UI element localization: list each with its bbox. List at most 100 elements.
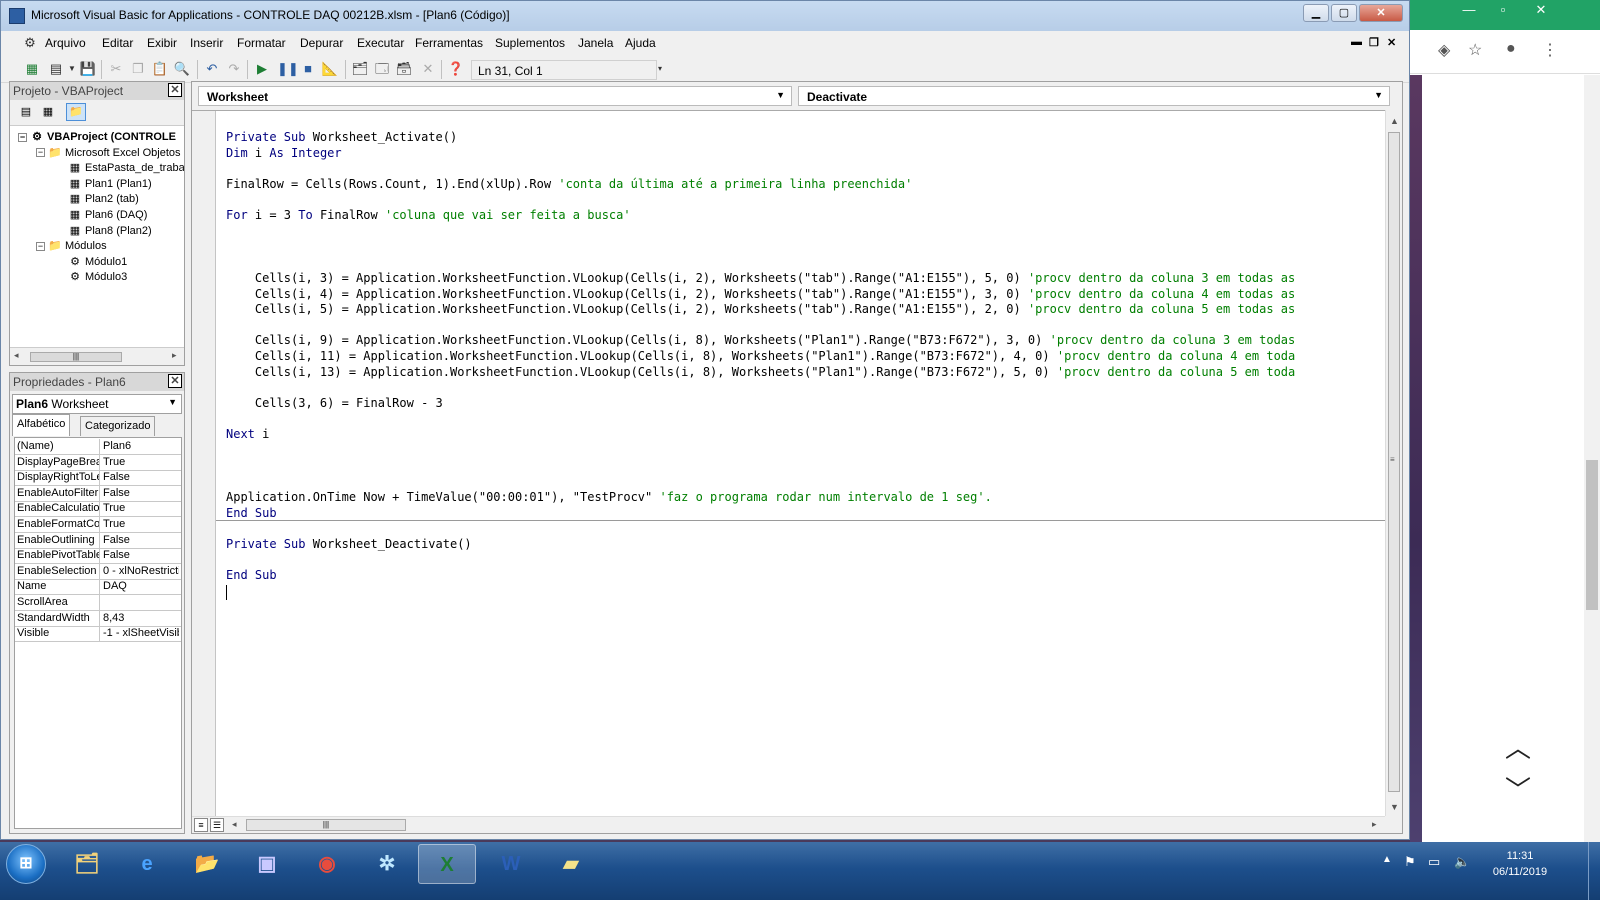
toolbar-options-icon[interactable]: ▾ (651, 60, 669, 78)
code-line[interactable]: End Sub (226, 505, 277, 521)
property-row[interactable]: DisplayPageBreak True (15, 454, 181, 471)
find-icon[interactable]: 🔍 (173, 60, 191, 78)
bookmark-star-icon[interactable]: ☆ (1468, 40, 1482, 60)
property-value[interactable]: True (101, 517, 179, 532)
redo-icon[interactable]: ↷ (225, 60, 243, 78)
property-row[interactable]: Name DAQ (15, 579, 181, 596)
taskbar-notes[interactable]: ▰ (542, 844, 600, 884)
volume-icon[interactable]: 🔈 (1454, 854, 1470, 870)
property-row[interactable]: ScrollArea (15, 595, 181, 611)
cut-icon[interactable]: ✂ (107, 60, 125, 78)
taskbar-excel[interactable]: X (418, 844, 476, 884)
tree-item[interactable]: ▦ Plan6 (DAQ) (54, 207, 148, 223)
tree-item[interactable]: ⚙ Módulo3 (54, 269, 127, 285)
menu-inserir[interactable]: Inserir (190, 36, 223, 50)
copy-icon[interactable]: ❐ (129, 60, 147, 78)
code-vertical-scrollbar[interactable]: ▲ ≡ ▼ (1385, 110, 1402, 816)
project-scroll-thumb[interactable]: ||| (30, 352, 122, 362)
property-value[interactable]: False (101, 470, 179, 485)
taskbar-folder[interactable]: 📂 (178, 844, 236, 884)
action-center-icon[interactable]: ⚑ (1404, 854, 1416, 870)
property-value[interactable] (101, 595, 179, 610)
browser-minimize-button[interactable]: — (1452, 0, 1486, 20)
menu-depurar[interactable]: Depurar (300, 36, 343, 50)
property-value[interactable]: False (101, 533, 179, 548)
property-row[interactable]: StandardWidth 8,43 (15, 610, 181, 627)
property-value[interactable]: True (101, 501, 179, 516)
tree-item[interactable]: ▦ Plan2 (tab) (54, 191, 139, 207)
view-excel-icon[interactable]: ▦ (23, 60, 41, 78)
tree-item[interactable]: ▦ EstaPasta_de_traba (54, 160, 184, 176)
mdi-minimize-button[interactable]: ▬ (1351, 36, 1362, 48)
paste-icon[interactable]: 📋 (151, 60, 169, 78)
collapse-icon[interactable]: − (18, 132, 27, 142)
taskbar-app[interactable]: ▣ (238, 844, 296, 884)
property-row[interactable]: EnableAutoFilter False (15, 485, 181, 502)
toolbox-icon[interactable]: ✕ (419, 60, 437, 78)
taskbar-ie[interactable]: e (118, 844, 176, 884)
code-line[interactable]: Dim i As Integer (226, 145, 342, 161)
properties-pane-close-button[interactable]: ✕ (168, 374, 182, 388)
property-row[interactable]: (Name) Plan6 (15, 439, 181, 455)
code-line[interactable]: FinalRow = Cells(Rows.Count, 1).End(xlUp… (226, 176, 912, 192)
tree-item[interactable]: − ⚙ VBAProject (CONTROLE (18, 129, 176, 145)
code-horizontal-scrollbar[interactable]: ≡ ☰ ◂ ||| ▸ (192, 816, 1385, 833)
scroll-down-icon[interactable]: ▼ (1390, 802, 1399, 812)
procedure-combo[interactable]: Deactivate ▼ (798, 86, 1390, 106)
minimize-button[interactable]: ▁ (1303, 4, 1329, 22)
break-icon[interactable]: ❚❚ (277, 60, 299, 78)
property-value[interactable]: False (101, 548, 179, 563)
taskbar-explorer[interactable]: 🗂 (58, 844, 116, 884)
code-line[interactable]: Next i (226, 426, 269, 442)
tree-item[interactable]: ▦ Plan1 (Plan1) (54, 176, 152, 192)
menu-arquivo[interactable]: Arquivo (45, 36, 86, 50)
code-line[interactable]: Application.OnTime Now + TimeValue("00:0… (226, 489, 992, 505)
scroll-up-icon[interactable]: ▲ (1390, 116, 1399, 126)
browser-scroll-thumb[interactable] (1586, 460, 1598, 610)
scroll-left-icon[interactable]: ◂ (232, 819, 237, 830)
property-row[interactable]: EnableSelection 0 - xlNoRestricti (15, 563, 181, 580)
browser-maximize-button[interactable]: ▫ (1486, 0, 1520, 20)
property-value[interactable]: False (101, 486, 179, 501)
mdi-restore-button[interactable]: ❐ (1369, 36, 1379, 49)
code-line[interactable]: Cells(i, 3) = Application.WorksheetFunct… (226, 270, 1295, 286)
taskbar-app2[interactable]: ✲ (358, 844, 416, 884)
property-row[interactable]: EnableCalculation True (15, 501, 181, 518)
show-desktop-button[interactable] (1588, 842, 1600, 900)
tab-alfabetico[interactable]: Alfabético (12, 414, 71, 436)
design-mode-icon[interactable]: 📐 (321, 60, 339, 78)
chevron-down-icon[interactable]: ▼ (776, 90, 785, 100)
project-pane-scrollbar[interactable]: ◂ ||| ▸ (10, 347, 184, 365)
menu-formatar[interactable]: Formatar (237, 36, 286, 50)
code-line[interactable]: Cells(i, 11) = Application.WorksheetFunc… (226, 348, 1295, 364)
property-row[interactable]: EnableOutlining False (15, 532, 181, 549)
view-code-icon[interactable]: ▤ (16, 103, 36, 121)
code-editor[interactable]: Private Sub Worksheet_Activate() Dim i As… (192, 110, 1385, 816)
menu-ferramentas[interactable]: Ferramentas (415, 36, 483, 50)
property-row[interactable]: EnableFormatCon True (15, 517, 181, 533)
property-value[interactable]: -1 - xlSheetVisib (101, 626, 179, 641)
browser-menu-icon[interactable]: ⋮ (1542, 40, 1558, 60)
collapse-icon[interactable]: − (36, 148, 45, 158)
browser-scrollbar[interactable] (1584, 75, 1600, 845)
tree-item[interactable]: ⚙ Módulo1 (54, 254, 127, 270)
tray-expand-icon[interactable]: ▲ (1382, 854, 1392, 865)
save-icon[interactable]: 💾 (79, 60, 97, 78)
tree-item[interactable]: ▦ Plan8 (Plan2) (54, 223, 152, 239)
tab-categorizado[interactable]: Categorizado (80, 416, 156, 436)
full-module-view-button[interactable]: ☰ (210, 818, 224, 832)
maximize-button[interactable]: ▢ (1331, 4, 1357, 22)
object-browser-icon[interactable]: 🗃 (395, 60, 413, 78)
margin-indicator-bar[interactable] (192, 111, 216, 816)
code-line[interactable]: Cells(i, 13) = Application.WorksheetFunc… (226, 364, 1295, 380)
project-explorer-icon[interactable]: 🗂 (351, 60, 369, 78)
menu-janela[interactable]: Janela (578, 36, 613, 50)
object-selector[interactable]: Plan6 Worksheet ▼ (12, 394, 182, 414)
run-icon[interactable]: ▶ (253, 60, 271, 78)
reset-icon[interactable]: ■ (299, 60, 317, 78)
extension-icon[interactable]: ◈ (1438, 40, 1450, 60)
start-button[interactable]: ⊞ (6, 844, 46, 884)
scroll-right-icon[interactable]: ▸ (172, 350, 177, 361)
code-line[interactable]: Private Sub Worksheet_Deactivate() (226, 536, 472, 552)
menu-suplementos[interactable]: Suplementos (495, 36, 565, 50)
